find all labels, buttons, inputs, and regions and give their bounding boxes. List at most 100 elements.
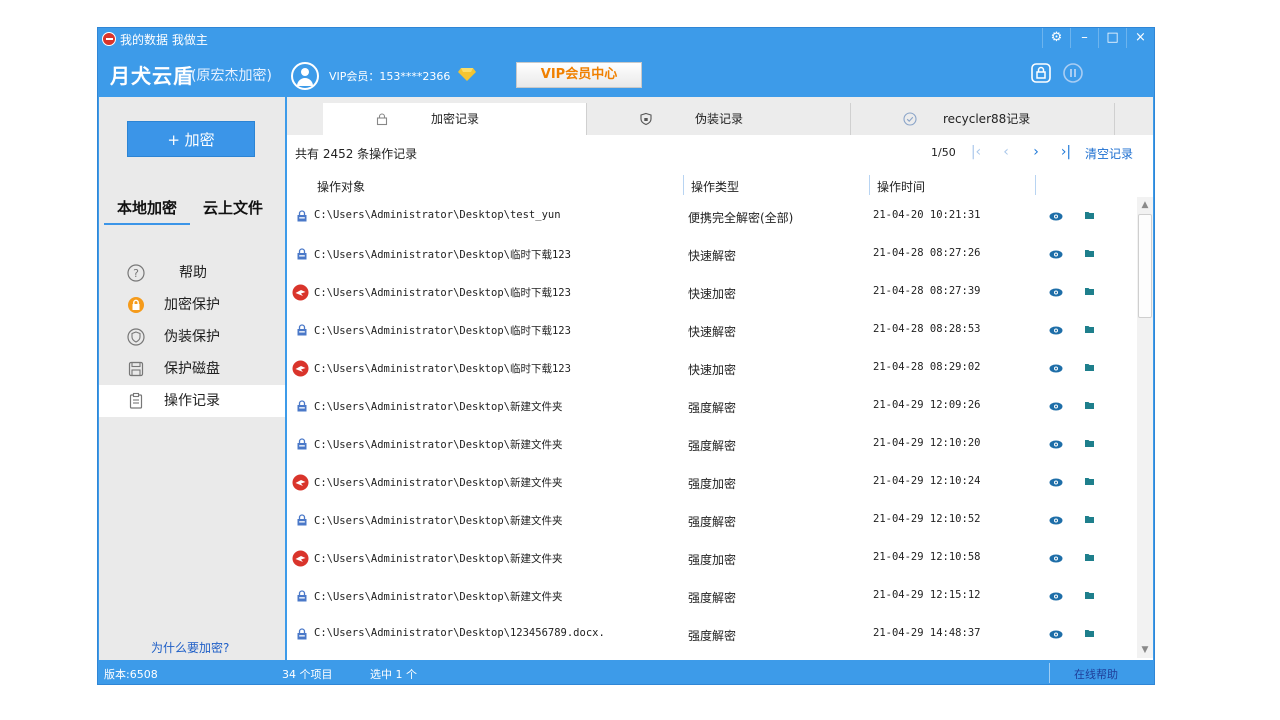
- sidebar-item-encrypt-protect[interactable]: 加密保护: [99, 289, 285, 321]
- table-row[interactable]: C:\Users\Administrator\Desktop\新建文件夹强度解密…: [287, 502, 1137, 540]
- table-row[interactable]: C:\Users\Administrator\Desktop\临时下载123快速…: [287, 274, 1137, 312]
- record-path: C:\Users\Administrator\Desktop\新建文件夹: [314, 513, 562, 528]
- lock-icon: [295, 399, 309, 413]
- record-type: 强度加密: [688, 551, 736, 568]
- column-divider: [683, 175, 684, 195]
- table-row[interactable]: C:\Users\Administrator\Desktop\新建文件夹 强度解密…: [287, 426, 1137, 464]
- prev-page-icon[interactable]: ‹: [997, 142, 1015, 162]
- records-toolbar: 共有 2452 条操作记录 1/50 |‹ ‹ › ›| 清空记录: [287, 135, 1153, 171]
- open-folder-icon[interactable]: [1085, 515, 1094, 523]
- view-eye-icon[interactable]: [1049, 478, 1063, 487]
- last-page-icon[interactable]: ›|: [1057, 142, 1075, 162]
- tab-local-encrypt[interactable]: 本地加密: [104, 195, 190, 225]
- open-folder-icon[interactable]: [1085, 401, 1094, 409]
- lock-icon: [295, 589, 309, 603]
- open-folder-icon[interactable]: [1085, 629, 1094, 637]
- sidebar-item-label: 加密保护: [164, 289, 220, 321]
- record-type: 强度解密: [688, 627, 736, 644]
- view-eye-icon[interactable]: [1049, 440, 1063, 449]
- first-page-icon[interactable]: |‹: [967, 142, 985, 162]
- view-eye-icon[interactable]: [1049, 516, 1063, 525]
- open-folder-icon[interactable]: [1085, 287, 1094, 295]
- table-row[interactable]: C:\Users\Administrator\Desktop\新建文件夹强度加密…: [287, 464, 1137, 502]
- table-row[interactable]: C:\Users\Administrator\Desktop\临时下载123快速…: [287, 312, 1137, 350]
- tab-recycler-records[interactable]: recycler88记录: [851, 103, 1115, 135]
- sidebar-item-label: 操作记录: [164, 385, 220, 417]
- sidebar-item-protect-disk[interactable]: 保护磁盘: [99, 353, 285, 385]
- sidebar-tabs: 本地加密 云上文件: [104, 195, 276, 225]
- column-header-type[interactable]: 操作类型: [691, 178, 739, 195]
- view-eye-icon[interactable]: [1049, 326, 1063, 335]
- table-row[interactable]: C:\Users\Administrator\Desktop\新建文件夹强度解密…: [287, 578, 1137, 616]
- tab-cloud-files[interactable]: 云上文件: [190, 195, 276, 225]
- record-type: 强度加密: [688, 475, 736, 492]
- column-header-object[interactable]: 操作对象: [317, 178, 365, 195]
- vip-account-label: VIP会员：153****2366: [329, 68, 450, 84]
- lock-icon: [295, 323, 309, 337]
- record-type: 强度解密: [688, 437, 736, 454]
- view-eye-icon[interactable]: [1049, 592, 1063, 601]
- sidebar-item-disguise-protect[interactable]: 伪装保护: [99, 321, 285, 353]
- minimize-button[interactable]: –: [1070, 28, 1098, 48]
- sidebar-item-label: 帮助: [179, 257, 207, 289]
- main-panel: 加密记录 伪装记录 recycler88记录 共有 2452 条操作记录 1/5…: [287, 97, 1153, 660]
- close-button[interactable]: ×: [1126, 28, 1154, 48]
- scroll-down-icon[interactable]: ▼: [1137, 642, 1153, 658]
- record-path: C:\Users\Administrator\Desktop\新建文件夹: [314, 437, 562, 452]
- avatar-icon[interactable]: [291, 62, 319, 90]
- table-row[interactable]: C:\Users\Administrator\Desktop\临时下载123快速…: [287, 350, 1137, 388]
- view-eye-icon[interactable]: [1049, 250, 1063, 259]
- open-folder-icon[interactable]: [1085, 439, 1094, 447]
- maximize-button[interactable]: □: [1098, 28, 1126, 48]
- table-row[interactable]: C:\Users\Administrator\Desktop\123456789…: [287, 616, 1137, 654]
- view-eye-icon[interactable]: [1049, 554, 1063, 563]
- view-eye-icon[interactable]: [1049, 402, 1063, 411]
- sidebar-item-operation-log[interactable]: 操作记录: [99, 385, 285, 417]
- scroll-thumb[interactable]: [1138, 214, 1152, 318]
- column-header-time[interactable]: 操作时间: [877, 178, 925, 195]
- lock-icon: [375, 112, 389, 126]
- lock-icon: [127, 296, 145, 314]
- table-row[interactable]: C:\Users\Administrator\Desktop\新建文件夹强度解密…: [287, 388, 1137, 426]
- tab-encrypt-records[interactable]: 加密记录: [323, 103, 587, 135]
- status-bar: 版本:6508 34 个项目 选中 1 个 在线帮助: [98, 661, 1154, 685]
- encrypt-button[interactable]: + 加密: [127, 121, 255, 157]
- lock-screen-icon[interactable]: [1030, 62, 1052, 84]
- table-row[interactable]: C:\Users\Administrator\Desktop\临时下载123快速…: [287, 236, 1137, 274]
- view-eye-icon[interactable]: [1049, 364, 1063, 373]
- online-help-link[interactable]: 在线帮助: [1074, 666, 1118, 682]
- record-time: 21-04-28 08:27:26: [873, 247, 980, 259]
- table-row[interactable]: C:\Users\Administrator\Desktop\新建文件夹强度加密…: [287, 540, 1137, 578]
- window-controls: ⚙ – □ ×: [1042, 28, 1154, 48]
- record-type: 快速解密: [688, 323, 736, 340]
- view-eye-icon[interactable]: [1049, 288, 1063, 297]
- record-time: 21-04-29 12:15:12: [873, 589, 980, 601]
- open-folder-icon[interactable]: [1085, 249, 1094, 257]
- table-header: 操作对象 操作类型 操作时间: [287, 175, 1153, 197]
- record-time: 21-04-28 08:27:39: [873, 285, 980, 297]
- open-folder-icon[interactable]: [1085, 211, 1094, 219]
- open-folder-icon[interactable]: [1085, 591, 1094, 599]
- open-folder-icon[interactable]: [1085, 477, 1094, 485]
- clear-records-link[interactable]: 清空记录: [1085, 145, 1133, 162]
- view-eye-icon[interactable]: [1049, 630, 1063, 639]
- shield-icon: [127, 328, 145, 346]
- open-folder-icon[interactable]: [1085, 325, 1094, 333]
- table-row[interactable]: C:\Users\Administrator\Desktop\test_yun便…: [287, 198, 1137, 236]
- why-encrypt-link[interactable]: 为什么要加密?: [151, 639, 229, 656]
- pause-icon[interactable]: [1062, 62, 1084, 84]
- records-list: C:\Users\Administrator\Desktop\test_yun便…: [287, 198, 1137, 656]
- open-folder-icon[interactable]: [1085, 553, 1094, 561]
- record-time: 21-04-28 08:29:02: [873, 361, 980, 373]
- tab-disguise-records[interactable]: 伪装记录: [587, 103, 851, 135]
- vertical-scrollbar[interactable]: ▲ ▼: [1137, 197, 1153, 658]
- settings-gear-icon[interactable]: ⚙: [1042, 28, 1070, 48]
- next-page-icon[interactable]: ›: [1027, 142, 1045, 162]
- scroll-up-icon[interactable]: ▲: [1137, 197, 1153, 213]
- title-bar: 我的数据 我做主 ⚙ – □ ×: [98, 28, 1154, 50]
- sidebar-item-help[interactable]: ? 帮助: [99, 257, 285, 289]
- lock-icon: [295, 627, 309, 641]
- vip-center-button[interactable]: VIP会员中心: [516, 62, 642, 88]
- view-eye-icon[interactable]: [1049, 212, 1063, 221]
- open-folder-icon[interactable]: [1085, 363, 1094, 371]
